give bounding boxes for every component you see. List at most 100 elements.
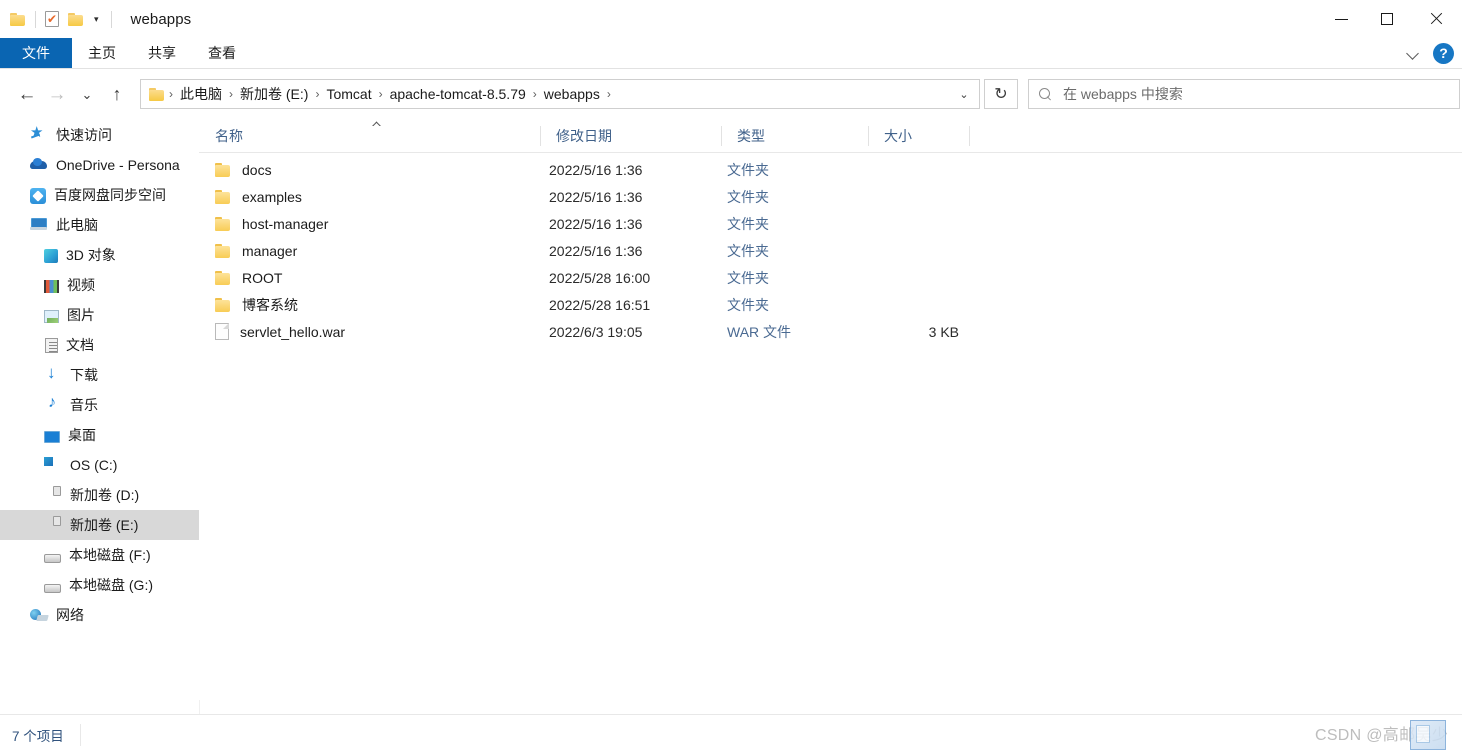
drive-os-icon [44, 456, 62, 474]
file-list[interactable]: docs 2022/5/16 1:36 文件夹 examples 2022/5/16 1… [199, 156, 1462, 714]
column-header-2[interactable]: 类型 [721, 120, 868, 152]
new-folder-icon[interactable] [68, 12, 84, 26]
sidebar-item-13[interactable]: 新加卷 (E:) [0, 510, 199, 540]
sidebar-item-label: 网络 [56, 607, 84, 623]
refresh-button[interactable]: ↻ [984, 79, 1018, 109]
file-name-label: 博客系统 [242, 296, 298, 313]
sidebar-item-label: 下载 [70, 367, 98, 383]
column-header-3[interactable]: 大小 [868, 120, 969, 152]
sidebar-item-1[interactable]: OneDrive - Persona [0, 150, 199, 180]
folder-icon [215, 270, 231, 285]
sidebar-item-4[interactable]: 3D 对象 [0, 240, 199, 270]
sidebar-item-7[interactable]: 文档 [0, 330, 199, 360]
file-type-cell: 文件夹 [727, 188, 769, 205]
back-button[interactable]: ← [12, 79, 42, 109]
table-row[interactable]: 博客系统 2022/5/28 16:51 文件夹 [199, 291, 1462, 318]
forward-button[interactable]: → [42, 79, 72, 109]
drive-icon [44, 583, 61, 593]
properties-icon[interactable] [45, 11, 59, 27]
expand-ribbon-icon[interactable] [1408, 48, 1419, 59]
file-date-cell: 2022/5/16 1:36 [549, 161, 643, 178]
file-type-cell: 文件夹 [727, 296, 769, 313]
item-count-label: 7 个项目 [12, 728, 64, 744]
navigation-pane[interactable]: 快速访问 OneDrive - Persona 百度网盘同步空间此电脑 3D 对象视频… [0, 120, 199, 714]
ribbon-divider [0, 68, 1462, 69]
sidebar-item-label: 本地磁盘 (G:) [69, 577, 153, 593]
search-icon [1039, 88, 1051, 100]
breadcrumb: › 此电脑 › 新加卷 (E:) › Tomcat › apache-tomca… [167, 80, 951, 108]
column-divider[interactable] [721, 126, 722, 146]
sidebar-item-6[interactable]: 图片 [0, 300, 199, 330]
breadcrumb-separator: › [229, 87, 233, 101]
dl-icon [44, 363, 62, 384]
tab-file[interactable]: 文件 [0, 38, 72, 68]
minimize-button[interactable] [1318, 0, 1364, 38]
file-name-cell[interactable]: examples [215, 189, 302, 205]
ribbon-right-controls: ? [1408, 38, 1454, 68]
breadcrumb-item-1[interactable]: 新加卷 (E:) [235, 84, 313, 104]
breadcrumb-item-4[interactable]: webapps [539, 86, 605, 102]
breadcrumb-item-0[interactable]: 此电脑 [175, 84, 227, 104]
sidebar-item-10[interactable]: 桌面 [0, 420, 199, 450]
help-icon[interactable]: ? [1433, 42, 1454, 64]
file-date-cell: 2022/5/28 16:00 [549, 269, 651, 286]
table-row[interactable]: docs 2022/5/16 1:36 文件夹 [199, 156, 1462, 183]
file-type-cell: WAR 文件 [727, 323, 792, 340]
column-header-0[interactable]: 名称 [199, 120, 540, 152]
sidebar-item-14[interactable]: 本地磁盘 (F:) [0, 540, 199, 570]
breadcrumb-item-2[interactable]: Tomcat [321, 86, 376, 102]
file-type-cell: 文件夹 [727, 215, 769, 232]
close-button[interactable] [1410, 0, 1462, 38]
file-name-cell[interactable]: host-manager [215, 216, 328, 232]
sidebar-item-label: 文档 [66, 337, 94, 353]
search-box[interactable]: 在 webapps 中搜索 [1028, 79, 1460, 109]
file-name-cell[interactable]: ROOT [215, 270, 282, 286]
file-name-cell[interactable]: docs [215, 162, 272, 178]
toolbar-divider [35, 10, 36, 28]
column-divider[interactable] [969, 126, 970, 146]
tab-home[interactable]: 主页 [72, 38, 132, 68]
maximize-button[interactable] [1364, 0, 1410, 38]
window-controls [1318, 0, 1462, 38]
sidebar-item-15[interactable]: 本地磁盘 (G:) [0, 570, 199, 600]
file-name-cell[interactable]: 博客系统 [215, 295, 298, 315]
sidebar-item-0[interactable]: 快速访问 [0, 120, 199, 150]
search-input[interactable]: 在 webapps 中搜索 [1063, 84, 1183, 104]
sidebar-item-9[interactable]: 音乐 [0, 390, 199, 420]
column-divider[interactable] [540, 126, 541, 146]
sidebar-item-label: OneDrive - Persona [56, 157, 180, 173]
baidu-icon [30, 187, 46, 204]
address-bar[interactable]: › 此电脑 › 新加卷 (E:) › Tomcat › apache-tomca… [140, 79, 980, 109]
table-row[interactable]: servlet_hello.war 2022/6/3 19:05 WAR 文件 3 K… [199, 318, 1462, 345]
sidebar-item-2[interactable]: 百度网盘同步空间 [0, 180, 199, 210]
table-row[interactable]: manager 2022/5/16 1:36 文件夹 [199, 237, 1462, 264]
file-type-cell: 文件夹 [727, 161, 769, 178]
sidebar-item-label: 新加卷 (E:) [70, 517, 139, 533]
column-header-underline [199, 152, 1462, 153]
table-row[interactable]: examples 2022/5/16 1:36 文件夹 [199, 183, 1462, 210]
sidebar-item-11[interactable]: OS (C:) [0, 450, 199, 480]
folder-icon[interactable] [10, 12, 26, 26]
sidebar-item-3[interactable]: 此电脑 [0, 210, 199, 240]
sidebar-item-12[interactable]: 新加卷 (D:) [0, 480, 199, 510]
file-name-cell[interactable]: servlet_hello.war [215, 323, 345, 340]
tab-view[interactable]: 查看 [192, 38, 252, 68]
sidebar-item-label: 视频 [67, 277, 95, 293]
chevron-down-icon[interactable]: ▾ [91, 14, 102, 24]
table-row[interactable]: host-manager 2022/5/16 1:36 文件夹 [199, 210, 1462, 237]
folder-icon [215, 189, 231, 204]
breadcrumb-item-3[interactable]: apache-tomcat-8.5.79 [385, 86, 531, 102]
column-header-1[interactable]: 修改日期 [540, 120, 721, 152]
file-name-cell[interactable]: manager [215, 243, 297, 259]
table-row[interactable]: ROOT 2022/5/28 16:00 文件夹 [199, 264, 1462, 291]
address-dropdown-icon[interactable]: ⌄ [951, 80, 977, 108]
recent-locations-button[interactable]: ⌄ [72, 79, 102, 109]
up-button[interactable]: ↑ [102, 79, 132, 109]
sidebar-item-16[interactable]: 网络 [0, 600, 199, 630]
tab-share[interactable]: 共享 [132, 38, 192, 68]
sidebar-item-label: OS (C:) [70, 457, 118, 473]
sidebar-item-5[interactable]: 视频 [0, 270, 199, 300]
sidebar-item-8[interactable]: 下载 [0, 360, 199, 390]
column-divider[interactable] [868, 126, 869, 146]
sidebar-item-label: 图片 [67, 307, 95, 323]
